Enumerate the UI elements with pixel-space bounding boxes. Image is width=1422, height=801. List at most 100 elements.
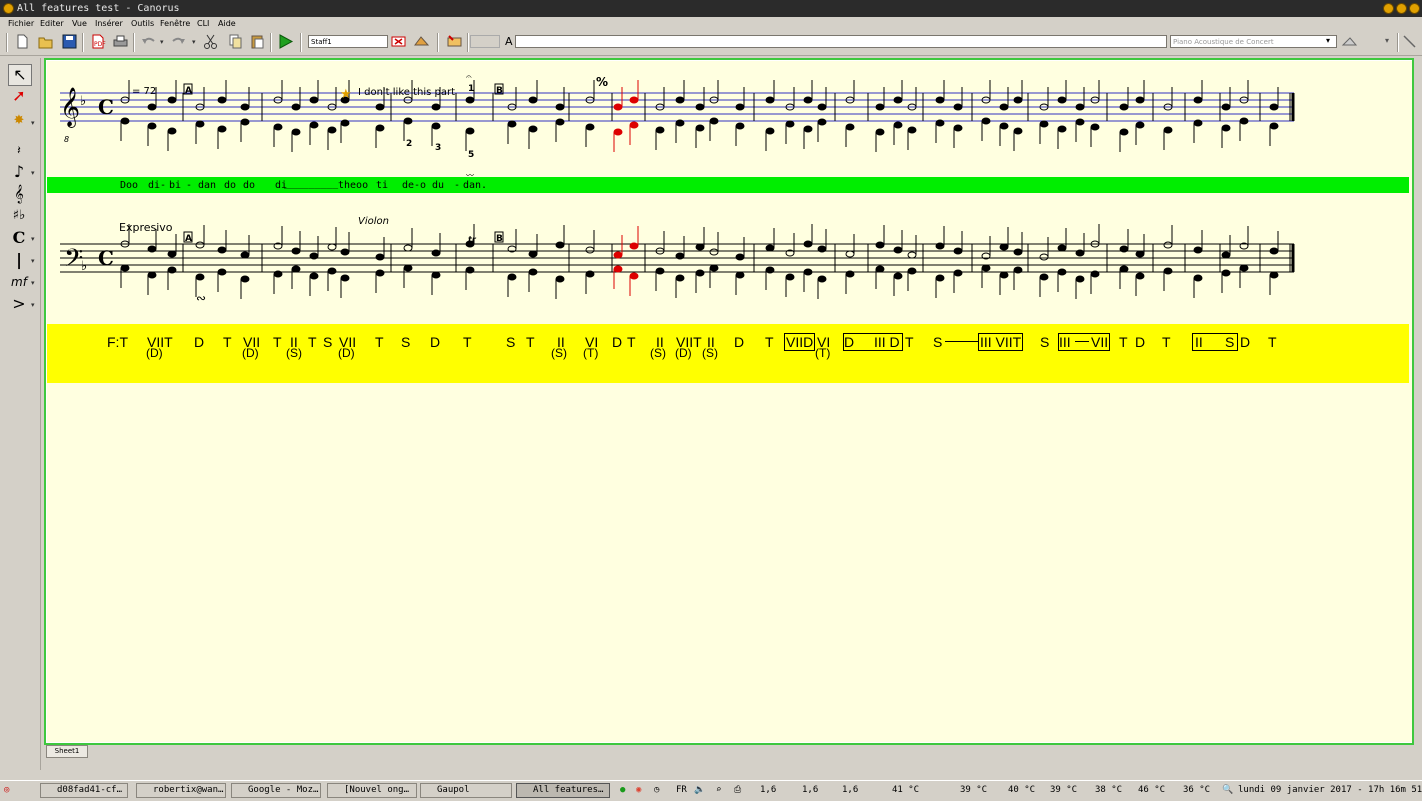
- function-mark[interactable]: F:T: [107, 334, 128, 350]
- function-mark[interactable]: D: [734, 334, 744, 350]
- note-head[interactable]: [1119, 265, 1129, 273]
- note-head[interactable]: [375, 103, 385, 111]
- note-head[interactable]: [309, 252, 319, 260]
- note-head[interactable]: [875, 241, 885, 249]
- note-head[interactable]: [785, 273, 795, 281]
- note-head[interactable]: [465, 266, 475, 274]
- note-head[interactable]: [613, 103, 623, 111]
- note-head[interactable]: [217, 246, 227, 254]
- note-head[interactable]: [167, 250, 177, 258]
- note-head[interactable]: [803, 125, 813, 133]
- note-head[interactable]: [555, 118, 565, 126]
- function-key[interactable]: (D): [338, 346, 355, 360]
- note-head[interactable]: [709, 264, 719, 272]
- note-head[interactable]: [999, 271, 1009, 279]
- note-head[interactable]: [981, 264, 991, 272]
- note-head[interactable]: [1269, 271, 1279, 279]
- function-key[interactable]: (D): [675, 346, 692, 360]
- note-head[interactable]: [195, 120, 205, 128]
- note-head[interactable]: [403, 117, 413, 125]
- note-head[interactable]: [695, 124, 705, 132]
- note-head[interactable]: [675, 119, 685, 127]
- function-key[interactable]: (D): [242, 346, 259, 360]
- note-head[interactable]: [1057, 125, 1067, 133]
- note-head[interactable]: [340, 248, 350, 256]
- note-head[interactable]: [1163, 126, 1173, 134]
- note-head[interactable]: [1119, 245, 1129, 253]
- note-head[interactable]: [240, 118, 250, 126]
- function-mark[interactable]: S: [933, 334, 942, 350]
- note-head[interactable]: [1090, 270, 1100, 278]
- note-head[interactable]: [695, 243, 705, 251]
- function-key[interactable]: (S): [702, 346, 718, 360]
- note-head[interactable]: [1135, 250, 1145, 258]
- note-head[interactable]: [935, 96, 945, 104]
- note-head[interactable]: [735, 271, 745, 279]
- note-head[interactable]: [765, 127, 775, 135]
- note-head[interactable]: [629, 121, 639, 129]
- function-mark[interactable]: S: [506, 334, 515, 350]
- note-head[interactable]: [195, 273, 205, 281]
- lyric-syllable[interactable]: do: [243, 180, 255, 191]
- note-head[interactable]: [507, 273, 517, 281]
- note-head[interactable]: [735, 122, 745, 130]
- note-head[interactable]: [785, 120, 795, 128]
- note-head[interactable]: [528, 96, 538, 104]
- note-head[interactable]: [935, 119, 945, 127]
- note-head[interactable]: [999, 243, 1009, 251]
- note-head[interactable]: [765, 244, 775, 252]
- function-mark[interactable]: T: [1119, 334, 1128, 350]
- note-head[interactable]: [309, 272, 319, 280]
- note-head[interactable]: [1013, 266, 1023, 274]
- lyric-syllable[interactable]: du: [432, 180, 444, 191]
- function-mark[interactable]: T: [223, 334, 232, 350]
- note-head[interactable]: [291, 247, 301, 255]
- note-head[interactable]: [1039, 120, 1049, 128]
- note-head[interactable]: [431, 271, 441, 279]
- lyric-syllable[interactable]: di-: [148, 180, 166, 191]
- note-head[interactable]: [147, 122, 157, 130]
- note-head[interactable]: [585, 123, 595, 131]
- task-item[interactable]: robertix@wan…: [136, 783, 226, 798]
- printer-tray-icon[interactable]: ⎙: [734, 785, 741, 795]
- calendar-search-icon[interactable]: 🔍: [1222, 785, 1233, 795]
- note-head[interactable]: [240, 275, 250, 283]
- note-head[interactable]: [803, 96, 813, 104]
- note-head[interactable]: [1239, 264, 1249, 272]
- note-head[interactable]: [907, 251, 917, 259]
- note-head[interactable]: [953, 103, 963, 111]
- note-head[interactable]: [1090, 123, 1100, 131]
- function-key[interactable]: (D): [146, 346, 163, 360]
- note-head[interactable]: [431, 122, 441, 130]
- note-head[interactable]: [953, 247, 963, 255]
- lyric-syllable[interactable]: dan.: [463, 180, 487, 191]
- note-head[interactable]: [217, 125, 227, 133]
- note-head[interactable]: [655, 267, 665, 275]
- lyric-syllable[interactable]: theoo: [338, 180, 368, 191]
- note-head[interactable]: [709, 117, 719, 125]
- note-head[interactable]: [1057, 244, 1067, 252]
- note-head[interactable]: [1039, 273, 1049, 281]
- note-head[interactable]: [291, 128, 301, 136]
- note-head[interactable]: [403, 244, 413, 252]
- note-head[interactable]: [1269, 247, 1279, 255]
- note-head[interactable]: [675, 274, 685, 282]
- function-mark[interactable]: D: [194, 334, 204, 350]
- note-head[interactable]: [555, 241, 565, 249]
- lyric-syllable[interactable]: Doo: [120, 180, 138, 191]
- note-head[interactable]: [675, 96, 685, 104]
- task-item-active[interactable]: All features…: [516, 783, 610, 798]
- note-head[interactable]: [431, 249, 441, 257]
- note-head[interactable]: [327, 267, 337, 275]
- note-head[interactable]: [1221, 269, 1231, 277]
- note-head[interactable]: [935, 274, 945, 282]
- function-mark[interactable]: D: [430, 334, 440, 350]
- note-head[interactable]: [309, 96, 319, 104]
- note-head[interactable]: [120, 117, 130, 125]
- note-head[interactable]: [240, 103, 250, 111]
- note-head[interactable]: [1075, 103, 1085, 111]
- note-head[interactable]: [845, 123, 855, 131]
- function-mark[interactable]: T: [463, 334, 472, 350]
- function-mark[interactable]: T: [905, 334, 914, 350]
- note-head[interactable]: [1163, 267, 1173, 275]
